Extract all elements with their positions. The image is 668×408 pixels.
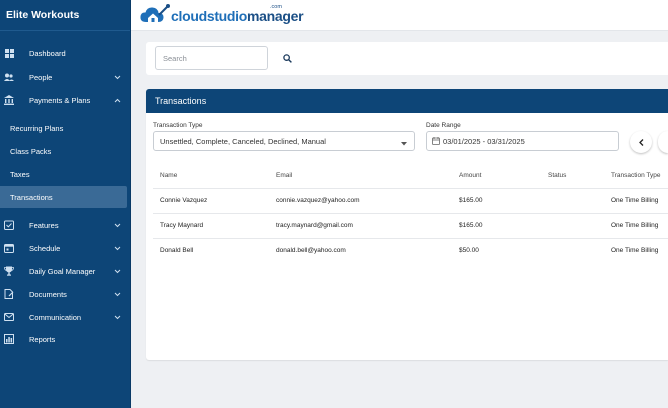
column-header-status[interactable]: Status xyxy=(548,172,566,179)
cell-name: Tracy Maynard xyxy=(160,222,204,229)
caret-down-icon xyxy=(401,139,407,148)
mail-icon xyxy=(4,312,14,322)
sidebar-item-label: Transactions xyxy=(10,192,53,202)
column-header-transaction-type[interactable]: Transaction Type xyxy=(611,172,661,179)
logo-domain-suffix: .com xyxy=(270,4,282,10)
transactions-panel: Transactions Transaction Type Unsettled,… xyxy=(146,89,668,360)
sidebar-item-label: Daily Goal Manager xyxy=(29,266,96,276)
cell-transaction-type: One Time Billing xyxy=(611,247,659,254)
calendar-icon xyxy=(4,243,14,253)
previous-period-button[interactable] xyxy=(630,131,652,153)
chevron-up-icon xyxy=(113,96,121,104)
dashboard-icon xyxy=(4,48,14,58)
search-input[interactable] xyxy=(155,46,268,70)
sidebar-item-communication[interactable]: Communication xyxy=(0,306,127,328)
chevron-left-icon xyxy=(638,133,644,151)
date-range-value: 03/01/2025 - 03/31/2025 xyxy=(443,136,525,146)
cell-email: connie.vazquez@yahoo.com xyxy=(276,197,360,204)
cell-email: tracy.maynard@gmail.com xyxy=(276,222,353,229)
cell-name: Connie Vazquez xyxy=(160,197,208,204)
sidebar-item-label: Features xyxy=(29,220,59,230)
panel-title: Transactions xyxy=(146,89,668,113)
sidebar-item-features[interactable]: Features xyxy=(0,214,127,236)
table-row[interactable]: Tracy Maynard tracy.maynard@gmail.com $1… xyxy=(153,213,668,238)
sidebar-item-class-packs[interactable]: Class Packs xyxy=(0,140,127,162)
reports-icon xyxy=(4,334,14,344)
sidebar-item-label: Communication xyxy=(29,312,82,322)
bank-icon xyxy=(4,95,14,105)
sidebar-item-label: Dashboard xyxy=(29,48,66,58)
sidebar-item-label: People xyxy=(29,72,53,82)
column-header-email[interactable]: Email xyxy=(276,172,292,179)
chevron-down-icon xyxy=(113,290,121,298)
table-row[interactable]: Connie Vazquez connie.vazquez@yahoo.com … xyxy=(153,188,668,213)
sidebar-item-dashboard[interactable]: Dashboard xyxy=(0,42,127,64)
top-header: cloudstudiomanager .com xyxy=(131,0,668,31)
sidebar-item-transactions[interactable]: Transactions xyxy=(0,186,127,208)
transaction-type-value: Unsettled, Complete, Canceled, Declined,… xyxy=(160,136,326,146)
column-header-name[interactable]: Name xyxy=(160,172,177,179)
chevron-down-icon xyxy=(113,267,121,275)
table-row[interactable]: Donald Bell donald.bell@yahoo.com $50.00… xyxy=(153,238,668,263)
cell-email: donald.bell@yahoo.com xyxy=(276,247,346,254)
sidebar-item-recurring-plans[interactable]: Recurring Plans xyxy=(0,117,127,139)
column-header-amount[interactable]: Amount xyxy=(459,172,481,179)
sidebar-item-label: Schedule xyxy=(29,243,61,253)
next-period-button[interactable] xyxy=(658,131,668,153)
chevron-down-icon xyxy=(113,73,121,81)
sidebar-item-people[interactable]: People xyxy=(0,66,127,88)
trophy-icon xyxy=(4,266,14,276)
sidebar-item-label: Taxes xyxy=(10,169,30,179)
cell-amount: $165.00 xyxy=(459,197,483,204)
people-icon xyxy=(4,72,14,82)
search-card xyxy=(146,42,668,75)
sidebar-item-label: Recurring Plans xyxy=(10,123,64,133)
sidebar-item-documents[interactable]: Documents xyxy=(0,283,127,305)
calendar-icon xyxy=(432,137,440,147)
chevron-down-icon xyxy=(113,313,121,321)
transaction-type-label: Transaction Type xyxy=(153,122,203,129)
sidebar-item-label: Payments & Plans xyxy=(29,95,91,105)
document-icon xyxy=(4,289,14,299)
transaction-type-select[interactable]: Unsettled, Complete, Canceled, Declined,… xyxy=(153,131,415,151)
sidebar-item-daily-goal-manager[interactable]: Daily Goal Manager xyxy=(0,260,127,282)
sidebar-item-taxes[interactable]: Taxes xyxy=(0,163,127,185)
sidebar-item-schedule[interactable]: Schedule xyxy=(0,237,127,259)
sidebar-item-label: Documents xyxy=(29,289,67,299)
date-range-label: Date Range xyxy=(426,122,461,129)
date-range-input[interactable]: 03/01/2025 - 03/31/2025 xyxy=(426,131,619,151)
features-icon xyxy=(4,220,14,230)
sidebar-item-label: Reports xyxy=(29,334,56,344)
search-icon[interactable] xyxy=(281,52,293,64)
sidebar: Elite Workouts Dashboard People Payments… xyxy=(0,0,131,408)
brand-title: Elite Workouts xyxy=(0,0,130,31)
logo-wordmark: cloudstudiomanager xyxy=(171,8,304,24)
chevron-down-icon xyxy=(113,221,121,229)
cell-name: Donald Bell xyxy=(160,247,194,254)
cell-transaction-type: One Time Billing xyxy=(611,222,659,229)
cell-transaction-type: One Time Billing xyxy=(611,197,659,204)
sidebar-item-reports[interactable]: Reports xyxy=(0,328,127,350)
chevron-down-icon xyxy=(113,244,121,252)
sidebar-item-payments-plans[interactable]: Payments & Plans xyxy=(0,89,127,111)
cell-amount: $165.00 xyxy=(459,222,483,229)
sidebar-item-label: Class Packs xyxy=(10,146,52,156)
cloud-house-logo-icon xyxy=(139,3,171,30)
cell-amount: $50.00 xyxy=(459,247,479,254)
